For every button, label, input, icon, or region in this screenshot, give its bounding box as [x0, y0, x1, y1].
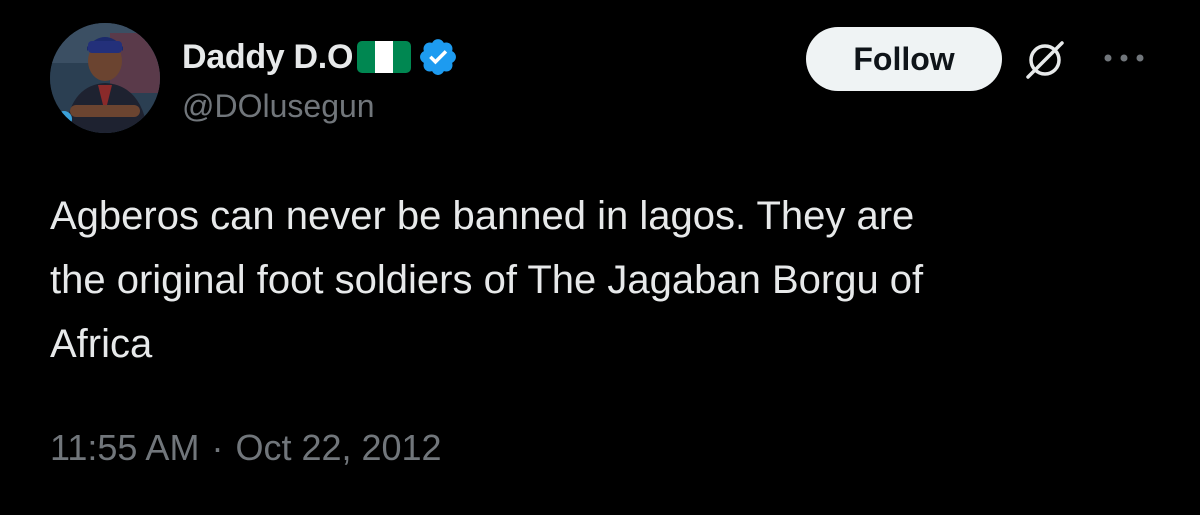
- display-name[interactable]: Daddy D.O: [182, 38, 353, 77]
- timestamp-separator: ·: [211, 427, 224, 468]
- grok-icon[interactable]: [1022, 37, 1068, 83]
- timestamp-row[interactable]: 11:55 AM · Oct 22, 2012: [50, 427, 442, 469]
- avatar-photo: [50, 23, 160, 133]
- verified-badge-icon[interactable]: [417, 36, 459, 78]
- avatar[interactable]: [50, 23, 160, 133]
- follow-button[interactable]: Follow: [806, 27, 1002, 91]
- more-options-icon[interactable]: [1102, 50, 1146, 66]
- author-handle[interactable]: @DOlusegun: [182, 88, 375, 125]
- tweet-date[interactable]: Oct 22, 2012: [235, 427, 441, 469]
- tweet-time[interactable]: 11:55 AM: [50, 427, 199, 469]
- tweet-card: Daddy D.O @DOlusegun Follow Agberos can …: [0, 0, 1200, 515]
- nigeria-flag-icon: [357, 41, 412, 73]
- author-name-row: Daddy D.O: [182, 30, 459, 84]
- tweet-text: Agberos can never be banned in lagos. Th…: [50, 194, 924, 366]
